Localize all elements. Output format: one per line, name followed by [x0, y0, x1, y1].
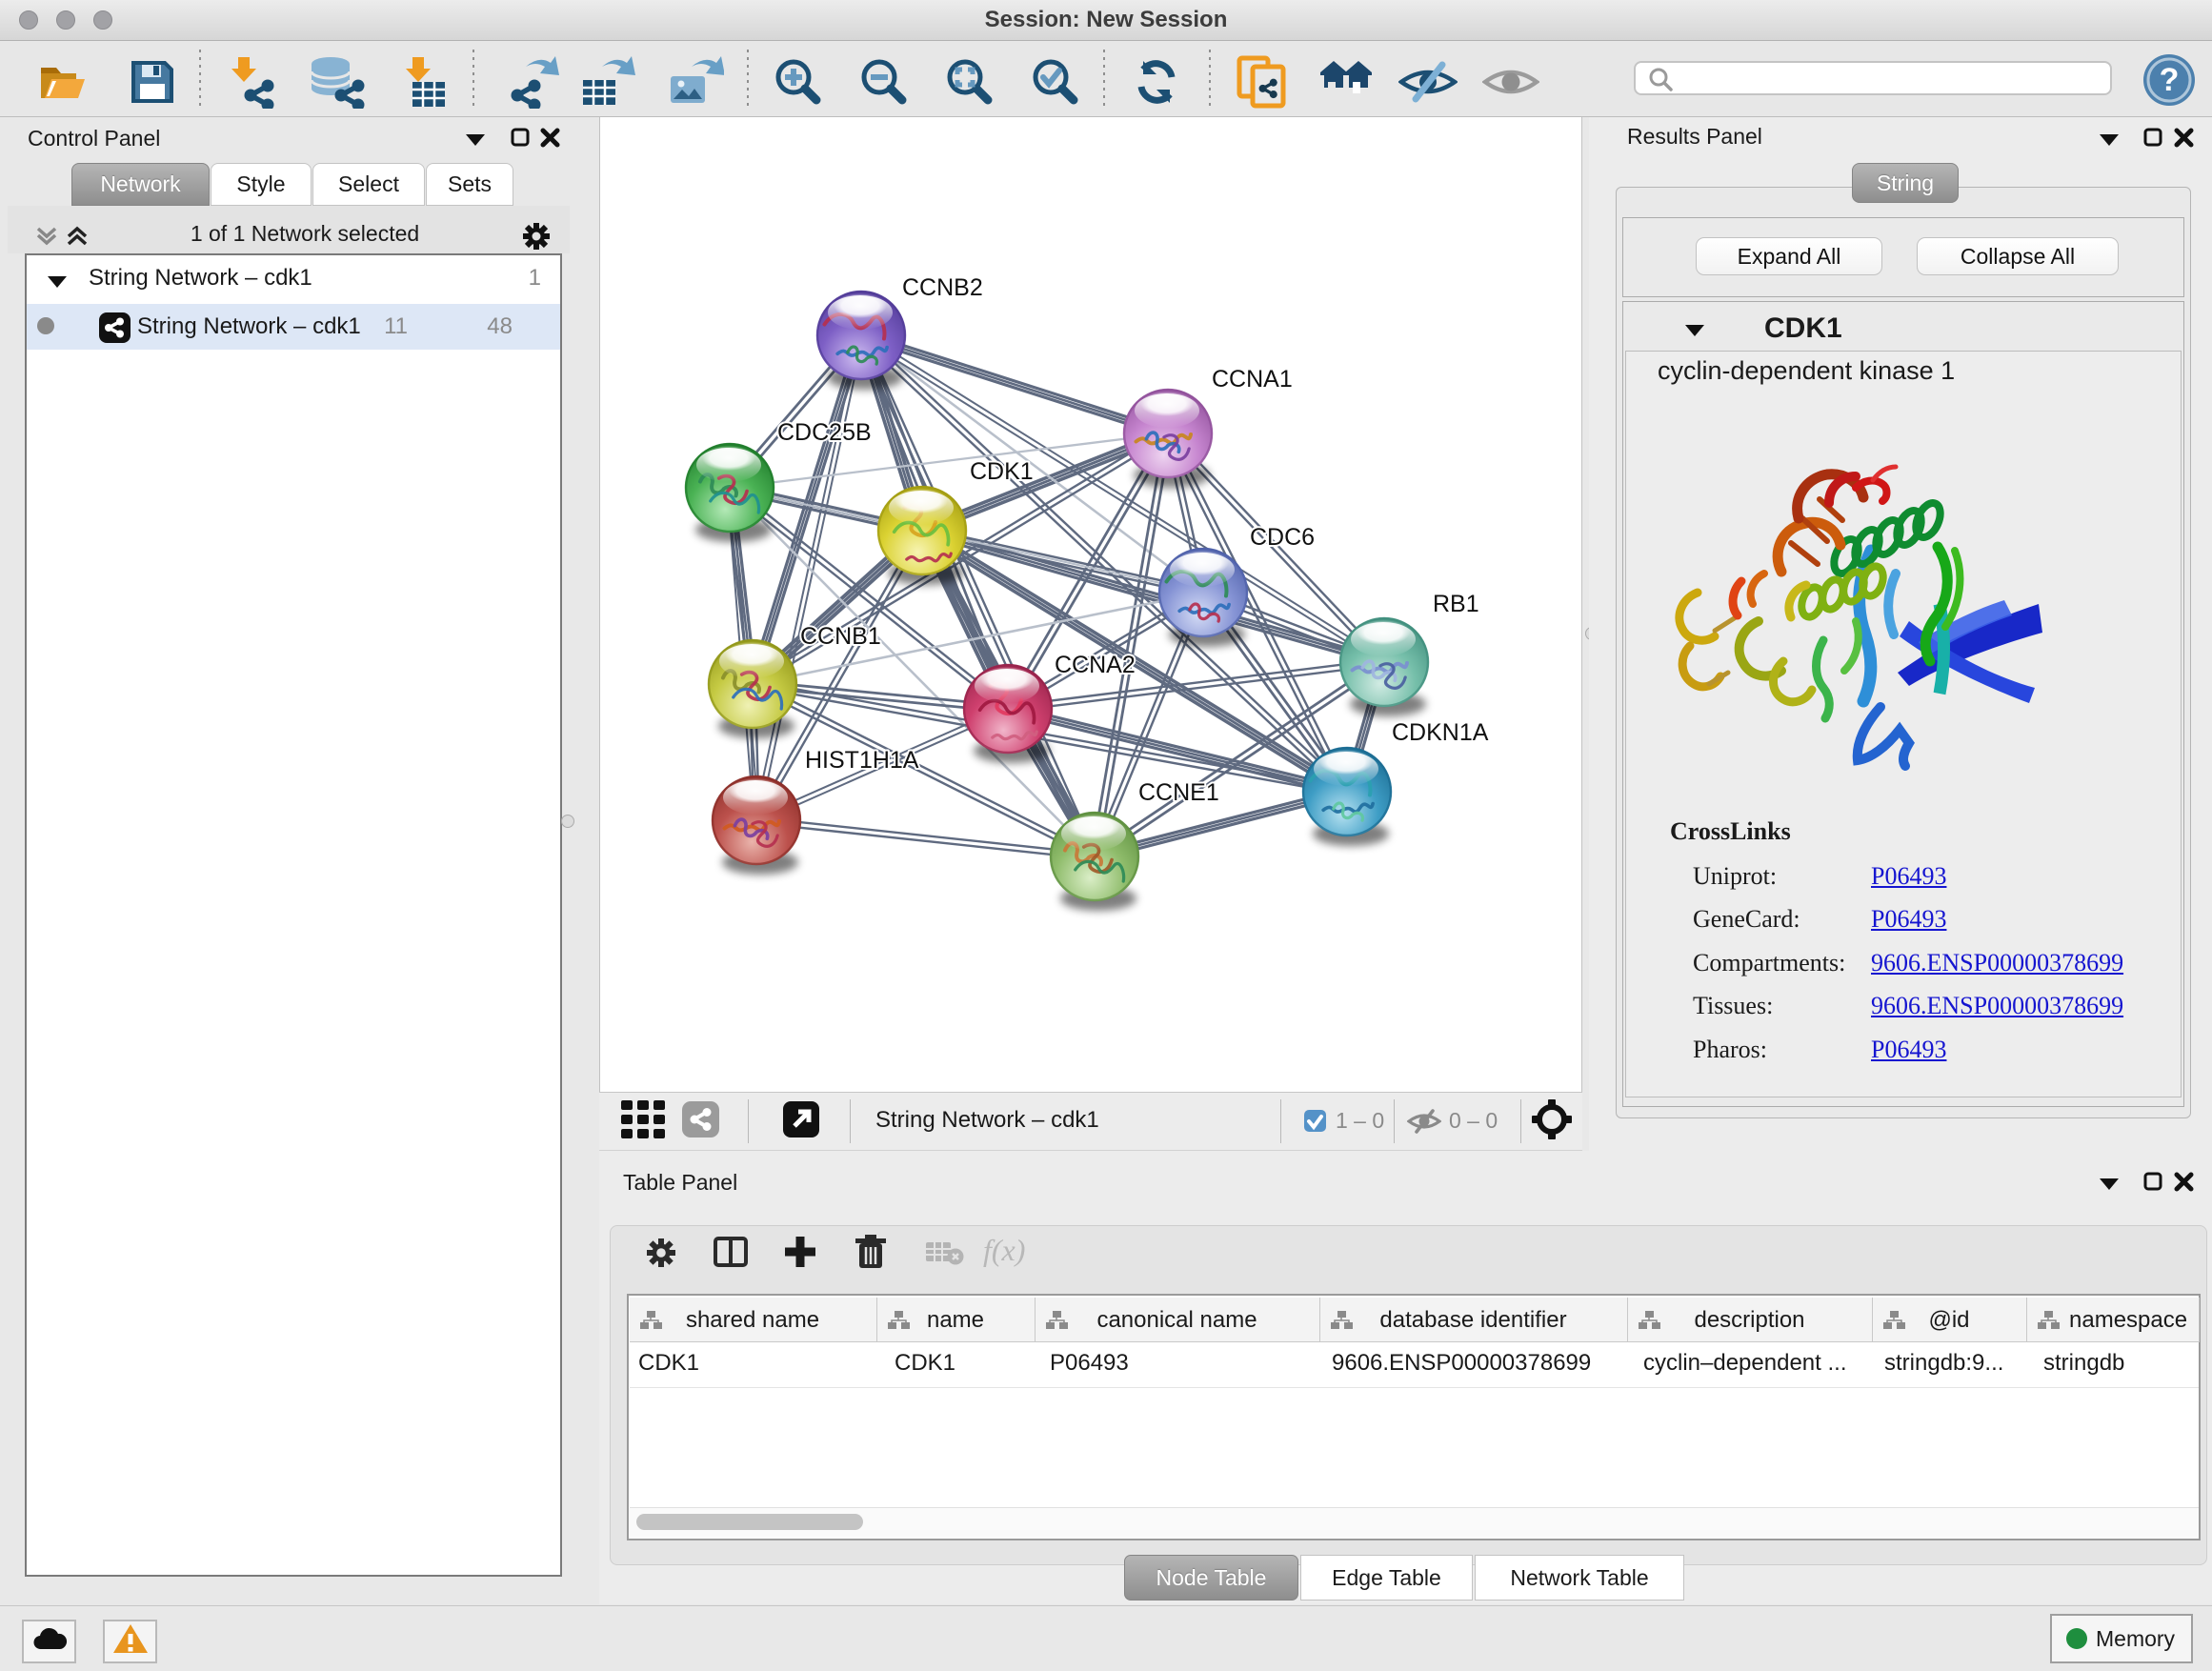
svg-text:CDC25B: CDC25B	[777, 419, 872, 446]
svg-text:CCNA2: CCNA2	[1055, 652, 1136, 678]
svg-text:CCNA1: CCNA1	[1212, 366, 1293, 393]
svg-text:RB1: RB1	[1433, 591, 1479, 617]
svg-text:CCNE1: CCNE1	[1138, 779, 1219, 806]
svg-text:CDK1: CDK1	[970, 458, 1034, 485]
svg-text:CDC6: CDC6	[1250, 524, 1315, 551]
svg-text:CCNB1: CCNB1	[800, 623, 881, 650]
svg-text:CDKN1A: CDKN1A	[1392, 719, 1489, 746]
svg-text:?: ?	[2160, 62, 2180, 98]
svg-text:HIST1H1A: HIST1H1A	[805, 747, 919, 774]
svg-text:CCNB2: CCNB2	[902, 274, 983, 301]
